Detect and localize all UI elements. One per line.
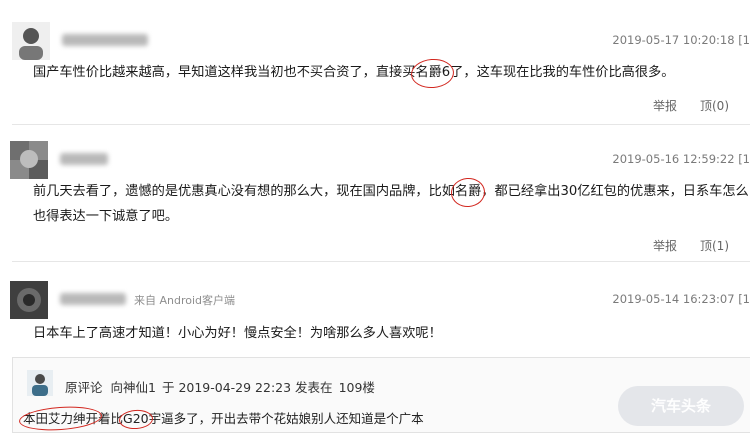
- comment-body: 国产车性价比越来越高，早知道这样我当初也不买合资了，直接买名爵6了，这车现在比我…: [33, 60, 750, 85]
- comment-2: 2019-05-16 12:59:22 [1 前几天去看了，遗憾的是优惠真心没有…: [0, 125, 750, 260]
- comment-body: 日本车上了高速才知道！小心为好！慢点安全！为啥那么多人喜欢呢！: [33, 326, 442, 341]
- upvote-link[interactable]: 顶(1): [700, 237, 729, 254]
- report-link[interactable]: 举报: [653, 97, 677, 114]
- quote-date: 于 2019-04-29 22:23 发表在: [161, 380, 333, 395]
- highlight-circle: 名爵6: [415, 60, 450, 85]
- avatar[interactable]: [10, 281, 48, 319]
- comment-1: 2019-05-17 10:20:18 [1 国产车性价比越来越高，早知道这样我…: [0, 0, 750, 124]
- report-link[interactable]: 举报: [653, 237, 677, 254]
- quote-label: 原评论: [65, 380, 103, 395]
- watermark: 汽车头条: [618, 386, 744, 426]
- upvote-link[interactable]: 顶(0): [700, 97, 729, 114]
- username-blurred[interactable]: [60, 153, 108, 165]
- comment-time: 2019-05-14 16:23:07 [1: [612, 292, 750, 306]
- avatar[interactable]: [10, 141, 48, 179]
- quote-username[interactable]: 向神仙1: [111, 380, 156, 395]
- highlight-circle: 本田艾力绅开: [23, 408, 98, 427]
- quote-meta: 原评论 向神仙1 于 2019-04-29 22:23 发表在 109楼: [65, 377, 375, 396]
- avatar[interactable]: [27, 370, 53, 396]
- username-blurred[interactable]: [60, 293, 126, 305]
- avatar[interactable]: [12, 22, 50, 60]
- comment-time: 2019-05-17 10:20:18 [1: [612, 33, 750, 47]
- highlight-circle: 名爵: [455, 179, 481, 204]
- comment-body: 前几天去看了，遗憾的是优惠真心没有想的那么大，现在国内品牌，比如名爵，都已经拿出…: [33, 179, 750, 229]
- highlight-circle: G20: [123, 411, 149, 426]
- quote-body: 本田艾力绅开着比G20宇逼多了，开出去带个花姑娘别人还知道是个广本: [23, 408, 424, 427]
- comment-3: 来自 Android客户端 2019-05-14 16:23:07 [1 日本车…: [0, 262, 750, 357]
- username-blurred[interactable]: [62, 34, 148, 46]
- comment-time: 2019-05-16 12:59:22 [1: [612, 152, 750, 166]
- quote-floor: 109楼: [338, 380, 375, 395]
- source-label: 来自 Android客户端: [134, 294, 236, 307]
